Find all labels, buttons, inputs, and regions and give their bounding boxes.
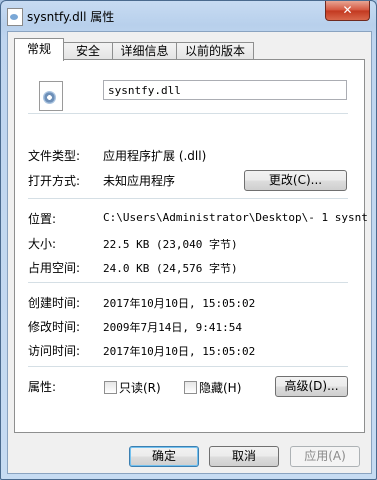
created-label: 创建时间: — [28, 296, 81, 310]
separator — [28, 198, 348, 199]
opens-with-label: 打开方式: — [28, 174, 81, 188]
accessed-label: 访问时间: — [28, 344, 81, 358]
size-label: 大小: — [28, 237, 57, 251]
dll-file-icon — [39, 81, 63, 111]
size-value: 22.5 KB (23,040 字节) — [103, 238, 238, 251]
location-label: 位置: — [28, 212, 57, 226]
window-title: sysntfy.dll 属性 — [27, 10, 115, 24]
location-value: C:\Users\Administrator\Desktop\- 1 sysnt — [103, 211, 368, 224]
tab-details[interactable]: 详细信息 — [112, 42, 177, 60]
general-panel: sysntfy.dll 文件类型: 应用程序扩展 (.dll) 打开方式: 未知… — [14, 59, 368, 433]
separator — [28, 113, 348, 114]
size-on-disk-label: 占用空间: — [28, 261, 81, 275]
opens-with-value: 未知应用程序 — [103, 174, 176, 188]
readonly-label[interactable]: 只读(R) — [119, 379, 161, 396]
size-on-disk-value: 24.0 KB (24,576 字节) — [103, 262, 238, 275]
file-type-value: 应用程序扩展 (.dll) — [103, 149, 207, 163]
accessed-value: 2017年10月10日, 15:05:02 — [103, 345, 256, 358]
advanced-button[interactable]: 高级(D)... — [275, 376, 348, 397]
created-value: 2017年10月10日, 15:05:02 — [103, 297, 256, 310]
tab-security[interactable]: 安全 — [63, 42, 113, 60]
attributes-label: 属性: — [28, 380, 57, 394]
readonly-checkbox[interactable] — [104, 381, 117, 394]
separator — [28, 282, 348, 283]
file-name-field[interactable]: sysntfy.dll — [103, 80, 347, 100]
properties-dialog: sysntfy.dll 属性 ✕ 常规 安全 详细信息 以前的版本 sysntf… — [0, 0, 377, 480]
separator — [28, 366, 348, 367]
modified-value: 2009年7月14日, 9:41:54 — [103, 321, 242, 334]
change-button[interactable]: 更改(C)... — [244, 170, 347, 191]
close-button[interactable]: ✕ — [325, 1, 370, 21]
ok-button[interactable]: 确定 — [129, 446, 199, 467]
tab-previous-versions[interactable]: 以前的版本 — [176, 42, 254, 60]
file-type-label: 文件类型: — [28, 149, 81, 163]
gear-icon — [43, 91, 56, 104]
modified-label: 修改时间: — [28, 320, 81, 334]
apply-button[interactable]: 应用(A) — [290, 446, 360, 467]
dialog-client: 常规 安全 详细信息 以前的版本 sysntfy.dll 文件类型: 应用程序扩… — [7, 31, 372, 474]
hidden-label[interactable]: 隐藏(H) — [199, 379, 241, 396]
title-bar[interactable]: sysntfy.dll 属性 ✕ — [1, 1, 376, 31]
hidden-checkbox[interactable] — [184, 381, 197, 394]
cancel-button[interactable]: 取消 — [209, 446, 279, 467]
tab-general[interactable]: 常规 — [14, 38, 64, 61]
file-icon — [7, 8, 23, 26]
